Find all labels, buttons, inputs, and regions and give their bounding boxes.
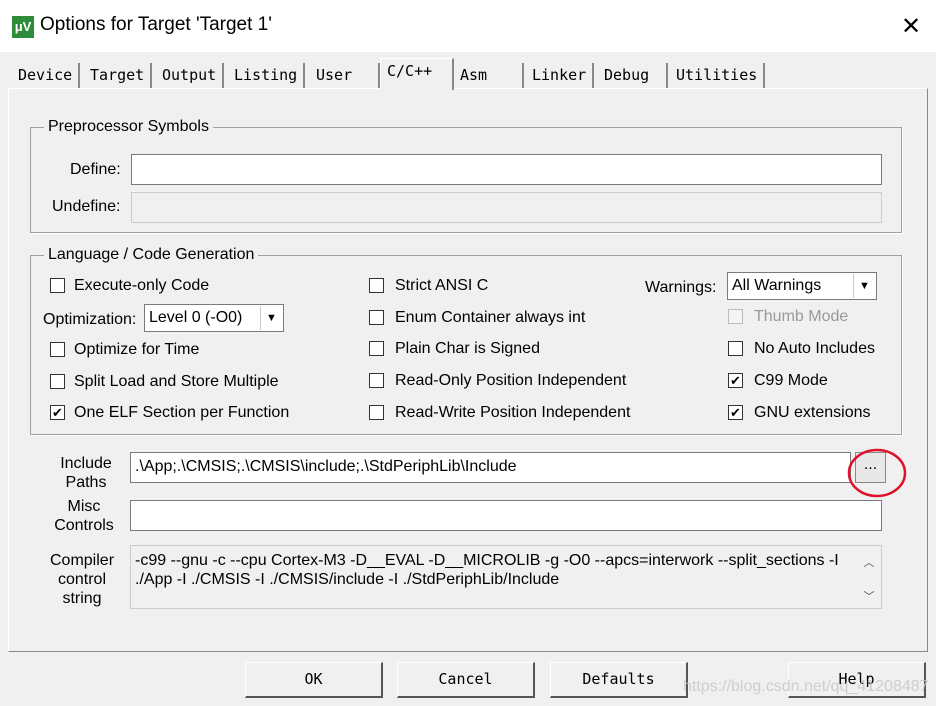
compiler-line-2: ./App -I ./CMSIS -I ./CMSIS/include -I .… (135, 571, 560, 588)
thumb-mode-label: Thumb Mode (754, 308, 849, 325)
undefine-input (131, 192, 882, 223)
include-label-line2: Paths (65, 474, 107, 491)
undefine-label: Undefine: (52, 198, 121, 215)
execute-only-label: Execute-only Code (74, 277, 210, 294)
no-auto-includes-label: No Auto Includes (754, 340, 875, 357)
chevron-down-icon[interactable]: ▼ (260, 306, 282, 330)
compiler-line-1: -c99 --gnu -c --cpu Cortex-M3 -D__EVAL -… (135, 552, 839, 569)
rw-pi-checkbox[interactable] (369, 405, 384, 420)
tab-linker[interactable]: Linker (526, 63, 595, 89)
split-load-label: Split Load and Store Multiple (74, 373, 279, 390)
close-icon[interactable]: ✕ (898, 12, 924, 41)
c99-mode-label: C99 Mode (754, 372, 828, 389)
warnings-label: Warnings: (645, 279, 717, 296)
ro-pi-label: Read-Only Position Independent (395, 372, 627, 389)
one-elf-label: One ELF Section per Function (74, 404, 290, 421)
tab-utilities[interactable]: Utilities (670, 63, 766, 89)
include-paths-label: Include Paths (60, 454, 112, 492)
plain-char-label: Plain Char is Signed (395, 340, 540, 357)
include-paths-input[interactable]: .\App;.\CMSIS;.\CMSIS\include;.\StdPerip… (130, 452, 851, 483)
compiler-scrollbar[interactable]: ︿ ﹀ (858, 548, 880, 606)
misc-label-line2: Controls (54, 517, 114, 534)
c99-mode-checkbox[interactable]: ✔ (728, 373, 743, 388)
watermark: https://blog.csdn.net/qq_41208487 (683, 678, 929, 695)
chevron-down-icon[interactable]: ▼ (853, 274, 875, 298)
compiler-label-line3: string (62, 590, 102, 607)
tab-output[interactable]: Output (156, 63, 225, 89)
execute-only-checkbox[interactable] (50, 278, 65, 293)
misc-label-line1: Misc (67, 498, 101, 515)
tab-asm[interactable]: Asm (454, 63, 524, 89)
compiler-label-line2: control (57, 571, 107, 588)
language-legend: Language / Code Generation (44, 246, 259, 264)
optimization-select[interactable]: Level 0 (-O0) ▼ (144, 304, 284, 332)
ok-button[interactable]: OK (245, 662, 383, 698)
compiler-string-label: Compiler control string (50, 551, 114, 608)
strict-ansi-checkbox[interactable] (369, 278, 384, 293)
tab-target[interactable]: Target (84, 63, 153, 89)
title-bar: μV Options for Target 'Target 1' ✕ (0, 0, 936, 52)
gnu-extensions-label: GNU extensions (754, 404, 871, 421)
defaults-button[interactable]: Defaults (550, 662, 688, 698)
warnings-select[interactable]: All Warnings ▼ (727, 272, 877, 300)
tab-c-cpp[interactable]: C/C++ (380, 58, 454, 90)
tab-device[interactable]: Device (12, 63, 81, 89)
scroll-down-icon[interactable]: ﹀ (858, 588, 880, 604)
misc-controls-input[interactable] (130, 500, 882, 531)
tab-listing[interactable]: Listing (228, 63, 306, 89)
enum-int-checkbox[interactable] (369, 310, 384, 325)
optimization-label: Optimization: (43, 311, 137, 328)
rw-pi-label: Read-Write Position Independent (395, 404, 631, 421)
compiler-control-string: -c99 --gnu -c --cpu Cortex-M3 -D__EVAL -… (130, 545, 882, 609)
gnu-extensions-checkbox[interactable]: ✔ (728, 405, 743, 420)
strict-ansi-label: Strict ANSI C (395, 277, 489, 294)
enum-int-label: Enum Container always int (395, 309, 586, 326)
split-load-checkbox[interactable] (50, 374, 65, 389)
define-label: Define: (70, 161, 121, 178)
red-annotation-circle (847, 448, 907, 498)
one-elf-checkbox[interactable]: ✔ (50, 405, 65, 420)
ro-pi-checkbox[interactable] (369, 373, 384, 388)
scroll-up-icon[interactable]: ︿ (858, 554, 880, 570)
define-input[interactable] (131, 154, 882, 185)
annotation-ellipse (847, 448, 907, 498)
compiler-label-line1: Compiler (50, 552, 115, 569)
include-label-line1: Include (60, 455, 112, 472)
preprocessor-legend: Preprocessor Symbols (44, 118, 213, 136)
optimize-time-checkbox[interactable] (50, 342, 65, 357)
thumb-mode-checkbox (728, 309, 743, 324)
optimization-value: Level 0 (-O0) (149, 309, 243, 326)
tab-debug[interactable]: Debug (598, 63, 668, 89)
plain-char-checkbox[interactable] (369, 341, 384, 356)
tab-user[interactable]: User (310, 63, 380, 89)
optimize-time-label: Optimize for Time (74, 341, 200, 358)
cancel-button[interactable]: Cancel (397, 662, 535, 698)
misc-controls-label: Misc Controls (54, 497, 114, 535)
window-title: Options for Target 'Target 1' (40, 14, 272, 35)
no-auto-includes-checkbox[interactable] (728, 341, 743, 356)
warnings-value: All Warnings (732, 277, 822, 294)
keil-app-icon: μV (12, 16, 34, 38)
